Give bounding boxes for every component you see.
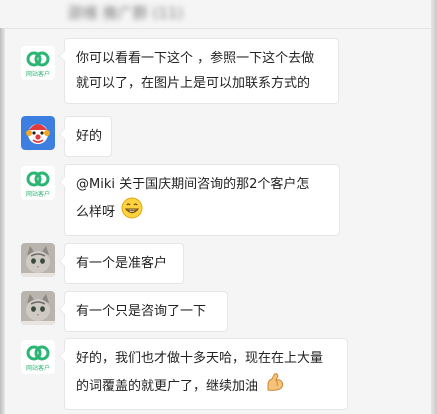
message-bubble[interactable]: 有一个只是咨询了一下 [59,291,228,332]
window-edge-left [0,28,5,414]
message-text: 好的，我们也才做十多天哈，现在在上大量 [76,351,324,366]
message-text: 的词覆盖的就更广了，继续加油 [76,379,259,394]
message-text: 就可以了，在图片上是可以加联系方式的 [76,76,311,91]
company-logo-avatar[interactable]: 网站客户 [21,46,55,80]
cat-avatar[interactable] [21,291,55,325]
message-text: 么样呀 [76,205,116,220]
message-text: @Miki 关于国庆期间咨询的那2个客户怎 [76,177,310,192]
message-text: 有一个是准客户 [76,256,168,271]
chat-title: 邵维 推广群 (11) [68,4,184,22]
company-logo-avatar[interactable]: 网站客户 [21,166,55,200]
grin-emoji-icon [121,197,143,228]
chat-header: 邵维 推广群 (11) [0,0,437,29]
message-bubble[interactable]: 好的 [59,116,112,157]
message-text: 好的 [76,129,103,144]
flexed-biceps-emoji-icon [264,371,286,402]
cat-avatar[interactable] [21,243,55,277]
company-logo-avatar[interactable]: 网站客户 [21,340,55,374]
clown-avatar[interactable] [21,116,55,150]
logo-caption: 网站客户 [26,190,50,198]
message-bubble[interactable]: 你可以看看一下这个 ，参照一下这个去做 就可以了，在图片上是可以加联系方式的 [59,38,339,104]
logo-caption: 网站客户 [26,70,50,78]
message-bubble[interactable]: 有一个是准客户 [59,243,184,284]
message-text: 有一个只是咨询了一下 [76,304,207,319]
logo-caption: 网站客户 [26,364,50,372]
message-bubble[interactable]: @Miki 关于国庆期间咨询的那2个客户怎 么样呀 [59,164,340,236]
message-bubble[interactable]: 好的，我们也才做十多天哈，现在在上大量 的词覆盖的就更广了，继续加油 [59,338,348,410]
message-text: 你可以看看一下这个 ，参照一下这个去做 [76,51,315,66]
scrollbar-track[interactable] [431,0,437,414]
